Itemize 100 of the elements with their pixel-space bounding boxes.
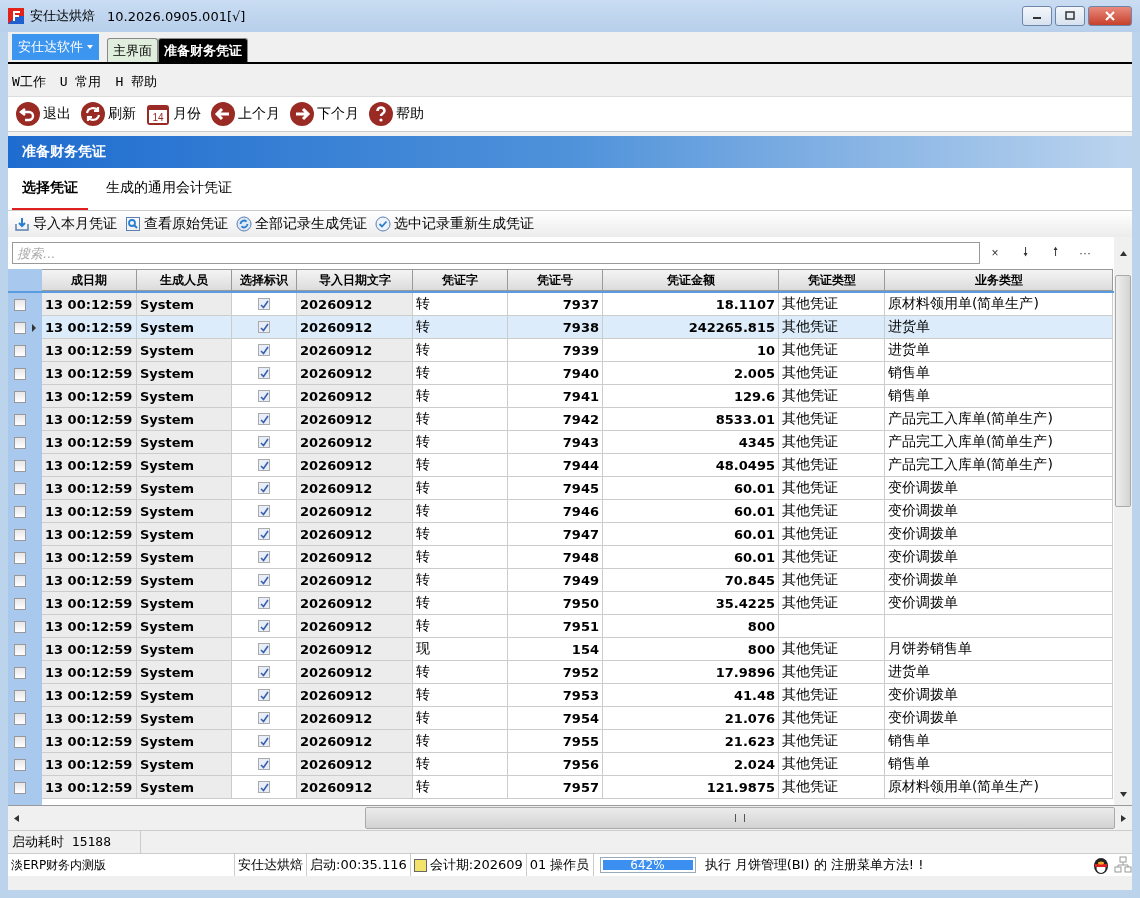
menu-item[interactable]: U 常用 (59, 73, 102, 91)
checkbox[interactable] (258, 482, 270, 494)
checkbox[interactable] (258, 620, 270, 632)
scrollbar-thumb[interactable] (1115, 275, 1131, 507)
table-cell: 7957 (508, 776, 603, 799)
table-cell: System (137, 293, 232, 316)
row-checkbox[interactable] (14, 413, 26, 426)
tab[interactable]: 生成的通用会计凭证 (96, 168, 242, 210)
row-checkbox[interactable] (14, 528, 26, 541)
toolbar-button[interactable]: 14 月份 (144, 102, 203, 126)
minimize-button[interactable] (1022, 6, 1052, 26)
checkbox[interactable] (258, 781, 270, 793)
column-header[interactable]: 凭证金额 (603, 269, 779, 291)
table-cell: 7953 (508, 684, 603, 707)
column-header[interactable]: 业务类型 (885, 269, 1113, 291)
row-checkbox[interactable] (14, 390, 26, 403)
checkbox[interactable] (258, 574, 270, 586)
checkbox[interactable] (258, 298, 270, 310)
row-checkbox[interactable] (14, 344, 26, 357)
action-button[interactable]: 导入本月凭证 (14, 215, 117, 233)
checkbox[interactable] (258, 505, 270, 517)
row-checkbox[interactable] (14, 505, 26, 518)
table-cell: 70.845 (603, 569, 779, 592)
row-checkbox[interactable] (14, 459, 26, 472)
table-cell: System (137, 316, 232, 339)
row-checkbox[interactable] (14, 735, 26, 748)
column-header[interactable]: 凭证类型 (779, 269, 885, 291)
menu-item[interactable]: H 帮助 (115, 73, 158, 91)
checkbox[interactable] (258, 321, 270, 333)
checkbox[interactable] (258, 735, 270, 747)
row-checkbox[interactable] (14, 758, 26, 771)
scrollbar-thumb[interactable] (365, 807, 1115, 829)
row-checkbox[interactable] (14, 620, 26, 633)
row-checkbox[interactable] (14, 689, 26, 702)
checkbox[interactable] (258, 528, 270, 540)
action-button[interactable]: 查看原始凭证 (125, 215, 228, 233)
checkbox[interactable] (258, 712, 270, 724)
row-checkbox[interactable] (14, 436, 26, 449)
column-header[interactable]: 选择标识 (232, 269, 297, 291)
toolbar-button[interactable]: 上个月 (209, 102, 282, 126)
row-checkbox[interactable] (14, 666, 26, 679)
action-button[interactable]: 选中记录重新生成凭证 (375, 215, 534, 233)
row-checkbox[interactable] (14, 321, 26, 334)
checkbox[interactable] (258, 459, 270, 471)
column-header[interactable]: 生成人员 (137, 269, 232, 291)
search-field[interactable]: 搜索... (12, 242, 980, 264)
document-tab[interactable]: 准备财务凭证 (158, 38, 248, 62)
checkbox[interactable] (258, 436, 270, 448)
table-cell: 13 00:12:59 (42, 546, 137, 569)
scroll-down-icon[interactable] (1119, 792, 1127, 797)
row-checkbox[interactable] (14, 298, 26, 311)
row-checkbox[interactable] (14, 574, 26, 587)
table-cell: 7947 (508, 523, 603, 546)
row-checkbox[interactable] (14, 781, 26, 794)
checkbox[interactable] (258, 689, 270, 701)
search-tool-button[interactable]: × (980, 246, 1010, 260)
checkbox[interactable] (258, 643, 270, 655)
row-checkbox[interactable] (14, 712, 26, 725)
column-header[interactable]: 成日期 (42, 269, 137, 291)
table-cell: 20260912 (297, 776, 413, 799)
toolbar-button[interactable]: 退出 (14, 102, 73, 126)
column-header[interactable]: 导入日期文字 (297, 269, 413, 291)
column-header[interactable]: 凭证号 (508, 269, 603, 291)
table-cell: 转 (413, 753, 508, 776)
action-button[interactable]: 全部记录生成凭证 (236, 215, 367, 233)
checkbox[interactable] (258, 551, 270, 563)
checkbox[interactable] (258, 597, 270, 609)
row-checkbox[interactable] (14, 367, 26, 380)
checkbox[interactable] (258, 390, 270, 402)
search-tool-button[interactable]: 🠗 (1010, 242, 1040, 264)
toolbar-button[interactable]: 下个月 (288, 102, 361, 126)
toolbar-button[interactable]: 帮助 (367, 102, 426, 126)
toolbar-button[interactable]: 刷新 (79, 102, 138, 126)
scroll-up-icon[interactable] (1119, 250, 1127, 256)
table-cell: 20260912 (297, 454, 413, 477)
checkbox[interactable] (258, 758, 270, 770)
search-icon (125, 216, 141, 232)
checkbox[interactable] (258, 344, 270, 356)
search-tool-button[interactable]: ··· (1070, 246, 1100, 260)
document-tab[interactable]: 主界面 (107, 38, 158, 62)
row-checkbox[interactable] (14, 482, 26, 495)
checkbox[interactable] (258, 666, 270, 678)
table-cell: 60.01 (603, 523, 779, 546)
scroll-right-icon[interactable] (1121, 814, 1126, 822)
close-button[interactable] (1088, 6, 1132, 26)
checkbox[interactable] (258, 367, 270, 379)
row-checkbox[interactable] (14, 551, 26, 564)
table-cell: 800 (603, 615, 779, 638)
menu-item[interactable]: W工作 (12, 73, 46, 91)
table-cell: 7945 (508, 477, 603, 500)
column-header[interactable]: 凭证字 (413, 269, 508, 291)
checkbox[interactable] (258, 413, 270, 425)
table-cell: 20260912 (297, 684, 413, 707)
row-checkbox[interactable] (14, 643, 26, 656)
search-tool-button[interactable]: 🠕 (1040, 242, 1070, 264)
row-checkbox[interactable] (14, 597, 26, 610)
scroll-left-icon[interactable] (14, 814, 19, 822)
maximize-button[interactable] (1055, 6, 1085, 26)
row-header[interactable] (8, 293, 42, 316)
table-cell: 13 00:12:59 (42, 385, 137, 408)
